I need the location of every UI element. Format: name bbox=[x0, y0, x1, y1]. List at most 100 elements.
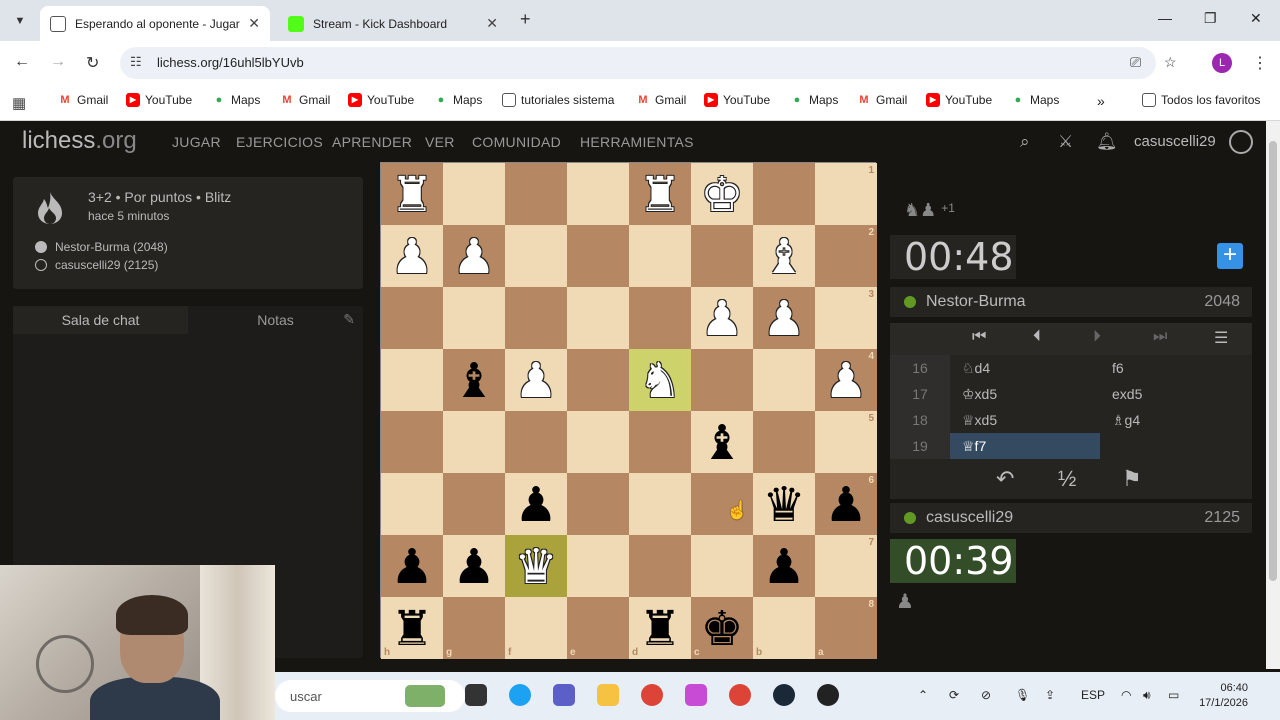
scrollbar-thumb[interactable] bbox=[1269, 141, 1277, 581]
square-g4[interactable]: ♝ bbox=[443, 349, 505, 411]
more-bookmarks-icon[interactable]: » bbox=[1097, 93, 1105, 109]
square-d7[interactable] bbox=[629, 535, 691, 597]
piece-white[interactable]: ♝ bbox=[756, 229, 812, 285]
bookmark-gmail[interactable]: M Gmail bbox=[636, 93, 686, 107]
bookmark-gmail[interactable]: M Gmail bbox=[280, 93, 330, 107]
square-b7[interactable]: ♟ bbox=[753, 535, 815, 597]
close-tab-icon[interactable]: ✕ bbox=[248, 15, 260, 32]
square-g1[interactable] bbox=[443, 163, 505, 225]
square-f8[interactable]: f bbox=[505, 597, 567, 659]
swords-icon[interactable]: ⚔ bbox=[1058, 132, 1073, 152]
next-move-icon[interactable]: ⏵ bbox=[1093, 328, 1101, 346]
task-view-icon[interactable] bbox=[465, 684, 487, 706]
share-icon[interactable]: ⇪ bbox=[1045, 688, 1055, 702]
edge-icon[interactable] bbox=[509, 684, 531, 706]
square-d4[interactable]: ♞ bbox=[629, 349, 691, 411]
square-g3[interactable] bbox=[443, 287, 505, 349]
piece-white[interactable]: ♟ bbox=[508, 353, 564, 409]
system-clock[interactable]: 06:40 17/1/2026 bbox=[1198, 681, 1248, 711]
square-d2[interactable] bbox=[629, 225, 691, 287]
square-e8[interactable]: e bbox=[567, 597, 629, 659]
close-window-icon[interactable]: ✕ bbox=[1250, 10, 1262, 27]
prev-move-icon[interactable]: ⏴ bbox=[1033, 328, 1041, 346]
bookmark-gmail[interactable]: M Gmail bbox=[58, 93, 108, 107]
white-move[interactable]: ♕xd5 bbox=[950, 407, 1100, 433]
black-player-row[interactable]: casuscelli29 (2125) bbox=[35, 258, 158, 272]
square-e1[interactable] bbox=[567, 163, 629, 225]
piece-black[interactable]: ♟ bbox=[446, 539, 502, 595]
square-a8[interactable]: 8a bbox=[815, 597, 877, 659]
battery-icon[interactable]: ▭ bbox=[1168, 688, 1179, 702]
square-h1[interactable]: ♜ bbox=[381, 163, 443, 225]
square-c3[interactable]: ♟ bbox=[691, 287, 753, 349]
square-f5[interactable] bbox=[505, 411, 567, 473]
white-move[interactable]: ♔xd5 bbox=[950, 381, 1100, 407]
offer-draw-button[interactable]: ½ bbox=[1058, 466, 1076, 492]
nav-jugar[interactable]: JUGAR bbox=[172, 134, 221, 150]
square-f2[interactable] bbox=[505, 225, 567, 287]
language-indicator[interactable]: ESP bbox=[1081, 688, 1105, 702]
reload-icon[interactable]: ↻ bbox=[86, 53, 99, 73]
square-c7[interactable] bbox=[691, 535, 753, 597]
bookmark-youtube[interactable]: ▶ YouTube bbox=[348, 93, 414, 107]
steam-icon[interactable] bbox=[773, 684, 795, 706]
tab-kick[interactable]: Stream - Kick Dashboard ✕ bbox=[278, 6, 508, 41]
square-b2[interactable]: ♝ bbox=[753, 225, 815, 287]
white-move[interactable]: ♘d4 bbox=[950, 355, 1100, 381]
username-link[interactable]: casuscelli29 bbox=[1134, 133, 1216, 150]
square-a4[interactable]: ♟ 4 bbox=[815, 349, 877, 411]
chrome-profile-icon[interactable] bbox=[729, 684, 751, 706]
teams-icon[interactable] bbox=[553, 684, 575, 706]
square-d1[interactable]: ♜ bbox=[629, 163, 691, 225]
square-h5[interactable] bbox=[381, 411, 443, 473]
bookmark-youtube[interactable]: ▶ YouTube bbox=[126, 93, 192, 107]
piece-black[interactable]: ♟ bbox=[818, 477, 874, 533]
square-e4[interactable] bbox=[567, 349, 629, 411]
piece-white[interactable]: ♟ bbox=[756, 291, 812, 347]
bookmark-maps[interactable]: ● Maps bbox=[1011, 93, 1060, 107]
bookmark-youtube[interactable]: ▶ YouTube bbox=[704, 93, 770, 107]
piece-white[interactable]: ♚ bbox=[694, 167, 750, 223]
square-a1[interactable]: 1 bbox=[815, 163, 877, 225]
apps-grid-icon[interactable]: ▦ bbox=[12, 94, 26, 112]
square-a3[interactable]: 3 bbox=[815, 287, 877, 349]
square-b4[interactable] bbox=[753, 349, 815, 411]
square-d3[interactable] bbox=[629, 287, 691, 349]
square-c2[interactable] bbox=[691, 225, 753, 287]
square-b5[interactable] bbox=[753, 411, 815, 473]
profile-avatar[interactable]: L bbox=[1212, 53, 1232, 73]
site-info-icon[interactable]: ☷ bbox=[130, 54, 142, 70]
bell-icon[interactable]: 🔔︎ bbox=[1096, 132, 1118, 152]
bookmark-youtube[interactable]: ▶ YouTube bbox=[926, 93, 992, 107]
square-g5[interactable] bbox=[443, 411, 505, 473]
minimize-icon[interactable]: — bbox=[1158, 10, 1172, 26]
square-f6[interactable]: ♟ bbox=[505, 473, 567, 535]
square-e5[interactable] bbox=[567, 411, 629, 473]
back-icon[interactable]: ← bbox=[14, 53, 30, 71]
square-h7[interactable]: ♟ bbox=[381, 535, 443, 597]
piece-white[interactable]: ♟ bbox=[694, 291, 750, 347]
tab-search-icon[interactable]: ▼ bbox=[8, 9, 32, 33]
piece-black[interactable]: ♛ bbox=[756, 477, 812, 533]
file-explorer-icon[interactable] bbox=[597, 684, 619, 706]
forward-icon[interactable]: → bbox=[50, 53, 66, 71]
black-move[interactable]: f6 bbox=[1100, 355, 1250, 381]
square-e6[interactable] bbox=[567, 473, 629, 535]
new-tab-button[interactable]: + bbox=[520, 9, 531, 30]
piece-white[interactable]: ♞ bbox=[632, 353, 688, 409]
white-player-row[interactable]: Nestor-Burma (2048) bbox=[35, 240, 168, 254]
square-e3[interactable] bbox=[567, 287, 629, 349]
square-a7[interactable]: 7 bbox=[815, 535, 877, 597]
piece-white[interactable]: ♟ bbox=[384, 229, 440, 285]
square-h6[interactable] bbox=[381, 473, 443, 535]
nav-herramientas[interactable]: HERRAMIENTAS bbox=[580, 134, 694, 150]
nav-aprender[interactable]: APRENDER bbox=[332, 134, 412, 150]
bookmark-star-icon[interactable]: ☆ bbox=[1164, 54, 1177, 71]
square-b6[interactable]: ♛ bbox=[753, 473, 815, 535]
restore-icon[interactable]: ❐ bbox=[1204, 10, 1217, 27]
piece-black[interactable]: ♜ bbox=[384, 601, 440, 657]
piece-black[interactable]: ♟ bbox=[756, 539, 812, 595]
all-bookmarks-button[interactable]: Todos los favoritos bbox=[1142, 93, 1260, 107]
tab-chat[interactable]: Sala de chat bbox=[13, 306, 188, 334]
first-move-icon[interactable]: ⏮ bbox=[972, 328, 986, 346]
